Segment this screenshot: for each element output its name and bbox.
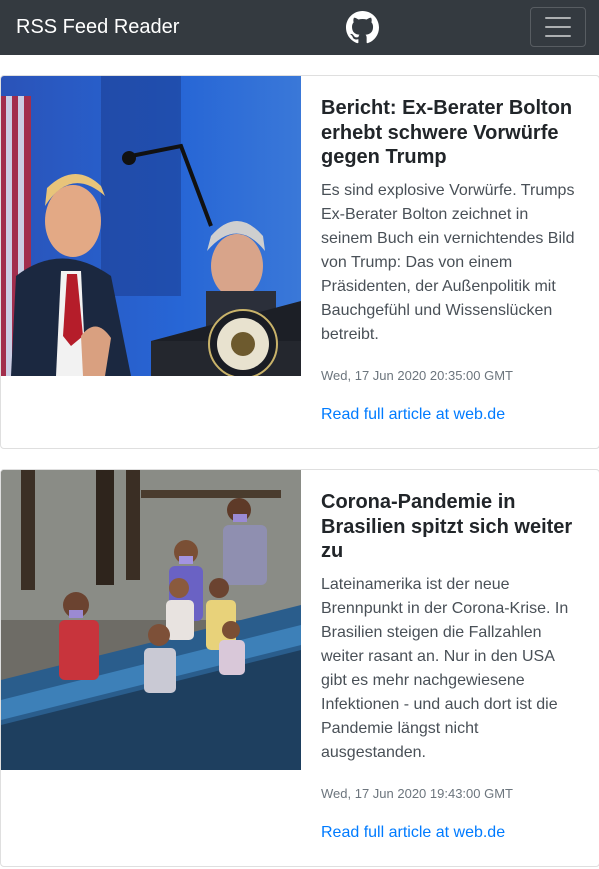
article-card: Bericht: Ex-Berater Bolton erhebt schwer… xyxy=(0,75,599,449)
read-full-article-link[interactable]: Read full article at web.de xyxy=(321,824,579,842)
article-card: Corona-Pandemie in Brasilien spitzt sich… xyxy=(0,469,599,867)
article-image xyxy=(1,470,301,770)
hamburger-icon xyxy=(545,17,571,37)
article-date: Wed, 17 Jun 2020 19:43:00 GMT xyxy=(321,785,513,801)
article-description: Es sind explosive Vorwürfe. Trumps Ex-Be… xyxy=(321,181,575,343)
article-title: Bericht: Ex-Berater Bolton erhebt schwer… xyxy=(321,97,573,168)
article-date: Wed, 17 Jun 2020 20:35:00 GMT xyxy=(321,367,513,383)
github-icon[interactable] xyxy=(346,11,379,44)
article-title: Corona-Pandemie in Brasilien spitzt sich… xyxy=(321,491,573,562)
navbar-toggler-button[interactable] xyxy=(530,7,586,47)
read-full-article-link[interactable]: Read full article at web.de xyxy=(321,406,579,424)
article-description: Lateinamerika ist der neue Brennpunkt in… xyxy=(321,575,569,761)
navbar-brand[interactable]: RSS Feed Reader xyxy=(16,16,179,39)
article-image xyxy=(1,76,301,376)
navbar: RSS Feed Reader xyxy=(0,0,599,55)
